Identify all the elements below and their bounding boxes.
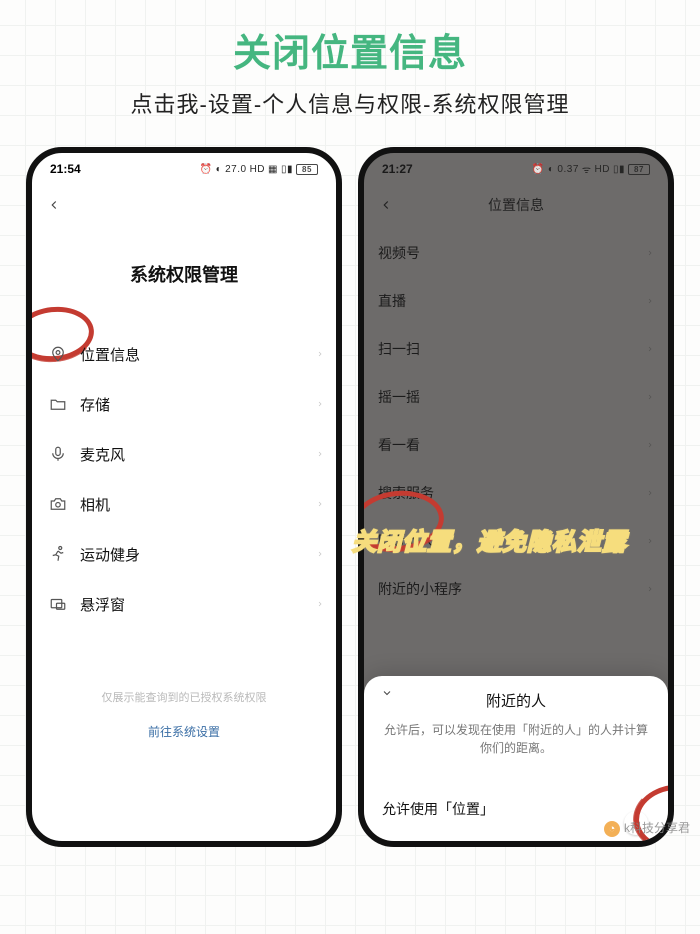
section-title: 系统权限管理 [32,261,336,287]
chevron-right-icon [646,487,654,499]
sheet-collapse[interactable] [378,686,396,704]
status-icons: ⏰◐0.37ᯤHD▯▮ 87 [532,162,650,176]
weibo-icon: ◔ [604,821,620,837]
chevron-right-icon [646,391,654,403]
status-bar: 21:54 ⏰◐27.0HD▦▯▮ 85 [32,153,336,185]
row-label: 相机 [72,494,316,515]
camera-icon [44,495,72,513]
chevron-right-icon [646,583,654,595]
location-services-list: 视频号 直播 扫一扫 摇一摇 看一看 搜索服务 附近的人 附近的小程序 [364,229,668,613]
window-icon [44,595,72,613]
row-label: 存储 [72,394,316,415]
chevron-right-icon [316,548,324,560]
row-label: 附近的小程序 [378,579,462,599]
row-label: 摇一摇 [378,387,420,407]
row-label: 运动健身 [72,544,316,565]
folder-icon [44,395,72,413]
status-bar: 21:27 ⏰◐0.37ᯤHD▯▮ 87 [364,153,668,185]
row-channels[interactable]: 视频号 [378,229,654,277]
row-nearby-people[interactable]: 附近的人 [378,517,654,565]
row-mic[interactable]: 麦克风 [44,429,324,479]
row-scan[interactable]: 扫一扫 [378,325,654,373]
goto-system-settings[interactable]: 前往系统设置 [32,723,336,740]
row-shake[interactable]: 摇一摇 [378,373,654,421]
row-floating[interactable]: 悬浮窗 [44,579,324,629]
row-label: 位置信息 [72,344,316,365]
row-location[interactable]: 位置信息 [44,329,324,379]
row-nearby-miniprogram[interactable]: 附近的小程序 [378,565,654,613]
row-search[interactable]: 搜索服务 [378,469,654,517]
page-title: 关闭位置信息 [0,0,700,77]
bottom-sheet: 附近的人 允许后，可以发现在使用「附近的人」的人并计算你们的距离。 允许使用「位… [364,676,668,841]
chevron-right-icon [316,598,324,610]
chevron-right-icon [646,343,654,355]
phone-left: 21:54 ⏰◐27.0HD▦▯▮ 85 系统权限管理 位置信息 [26,147,342,847]
chevron-right-icon [316,398,324,410]
chevron-right-icon [646,295,654,307]
page-title: 位置信息 [374,195,658,215]
chevron-right-icon [316,348,324,360]
sheet-title: 附近的人 [382,690,650,711]
sheet-description: 允许后，可以发现在使用「附近的人」的人并计算你们的距离。 [382,721,650,757]
hint-text: 仅展示能查询到的已授权系统权限 [32,689,336,705]
row-label: 悬浮窗 [72,594,316,615]
run-icon [44,545,72,563]
row-topstories[interactable]: 看一看 [378,421,654,469]
back-button[interactable] [42,193,66,217]
chevron-right-icon [646,439,654,451]
row-label: 扫一扫 [378,339,420,359]
page-subtitle: 点击我-设置-个人信息与权限-系统权限管理 [0,87,700,119]
row-storage[interactable]: 存储 [44,379,324,429]
status-icons: ⏰◐27.0HD▦▯▮ 85 [200,164,318,175]
row-camera[interactable]: 相机 [44,479,324,529]
row-label: 看一看 [378,435,420,455]
phone-right: 21:27 ⏰◐0.37ᯤHD▯▮ 87 位置信息 视频号 直播 扫一扫 摇一摇… [358,147,674,847]
location-pin-icon [44,345,72,363]
row-label: 视频号 [378,243,420,263]
watermark: ◔k科技分享君 [604,819,690,837]
permissions-list: 位置信息 存储 麦克风 [32,329,336,629]
row-label: 直播 [378,291,406,311]
row-live[interactable]: 直播 [378,277,654,325]
row-label: 搜索服务 [378,483,434,503]
status-time: 21:27 [382,162,413,176]
chevron-right-icon [646,247,654,259]
row-label: 附近的人 [378,531,434,551]
row-label: 麦克风 [72,444,316,465]
chevron-right-icon [316,498,324,510]
row-fitness[interactable]: 运动健身 [44,529,324,579]
toggle-label: 允许使用「位置」 [382,799,494,819]
chevron-right-icon [646,535,654,547]
chevron-right-icon [316,448,324,460]
status-time: 21:54 [50,162,81,176]
mic-icon [44,445,72,463]
